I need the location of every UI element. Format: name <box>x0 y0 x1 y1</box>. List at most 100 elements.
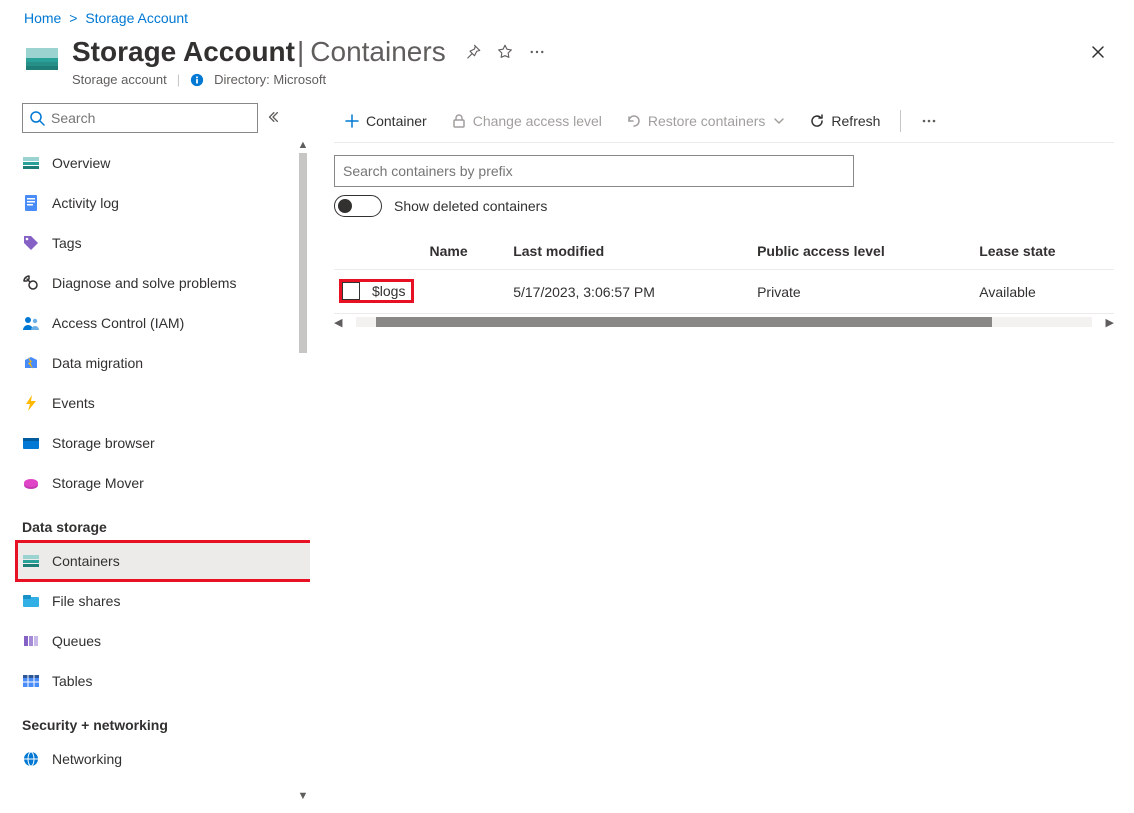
sidebar-item-label: Events <box>52 395 95 411</box>
scroll-right-icon[interactable]: ▶ <box>1106 316 1114 329</box>
command-separator <box>900 110 901 132</box>
iam-icon <box>22 314 40 332</box>
sidebar-search-input[interactable] <box>49 109 251 127</box>
sidebar-search[interactable] <box>22 103 258 133</box>
sidebar-item-label: Diagnose and solve problems <box>52 275 236 291</box>
sidebar-item-label: Overview <box>52 155 110 171</box>
sidebar-item-label: Storage Mover <box>52 475 144 491</box>
sidebar-item-diagnose[interactable]: Diagnose and solve problems <box>16 263 310 303</box>
sidebar-item-label: Queues <box>52 633 101 649</box>
sidebar-item-label: Activity log <box>52 195 119 211</box>
command-label: Change access level <box>473 113 602 129</box>
page-subtitle: Containers <box>310 36 445 68</box>
sidebar-item-label: Tags <box>52 235 82 251</box>
pin-icon[interactable] <box>464 43 482 61</box>
refresh-icon <box>809 113 825 129</box>
more-icon <box>921 113 937 129</box>
directory-label: Directory: Microsoft <box>214 72 326 87</box>
sidebar: Overview Activity log Tags Diagnose and … <box>0 99 310 802</box>
breadcrumb-current[interactable]: Storage Account <box>85 10 188 26</box>
file-shares-icon <box>22 592 40 610</box>
breadcrumb: Home > Storage Account <box>0 0 1134 32</box>
refresh-button[interactable]: Refresh <box>799 99 890 142</box>
containers-table: Name Last modified Public access level L… <box>334 233 1114 330</box>
page-header: Storage Account | Containers Storage acc… <box>0 32 1134 99</box>
container-name[interactable]: $logs <box>372 283 405 299</box>
storage-mover-icon <box>22 474 40 492</box>
containers-icon <box>22 552 40 570</box>
more-commands-button[interactable] <box>911 99 947 142</box>
storage-account-icon <box>24 42 60 78</box>
sidebar-item-events[interactable]: Events <box>16 383 310 423</box>
sidebar-item-tables[interactable]: Tables <box>16 661 310 701</box>
sidebar-item-label: File shares <box>52 593 120 609</box>
events-icon <box>22 394 40 412</box>
table-row[interactable]: $logs 5/17/2023, 3:06:57 PM Private Avai… <box>334 270 1114 314</box>
sidebar-scrollbar[interactable]: ▲ ▼ <box>296 139 310 802</box>
show-deleted-label: Show deleted containers <box>394 198 547 214</box>
col-last-modified[interactable]: Last modified <box>505 233 749 270</box>
sidebar-section-data-storage: Data storage <box>16 503 310 541</box>
col-lease-state[interactable]: Lease state <box>971 233 1114 270</box>
sidebar-item-storage-browser[interactable]: Storage browser <box>16 423 310 463</box>
sidebar-item-data-migration[interactable]: Data migration <box>16 343 310 383</box>
new-container-button[interactable]: Container <box>334 99 437 142</box>
scroll-thumb[interactable] <box>299 153 307 353</box>
sidebar-item-queues[interactable]: Queues <box>16 621 310 661</box>
sidebar-nav: Overview Activity log Tags Diagnose and … <box>16 143 310 779</box>
close-button[interactable] <box>1090 44 1106 63</box>
breadcrumb-home[interactable]: Home <box>24 10 61 26</box>
sidebar-item-containers[interactable]: Containers <box>16 541 310 581</box>
scroll-left-icon[interactable]: ◀ <box>334 316 342 329</box>
horizontal-scrollbar[interactable]: ◀ ▶ <box>334 314 1114 330</box>
diagnose-icon <box>22 274 40 292</box>
tags-icon <box>22 234 40 252</box>
search-icon <box>29 110 45 126</box>
toggle-knob <box>338 199 352 213</box>
activity-log-icon <box>22 194 40 212</box>
scroll-down-icon[interactable]: ▼ <box>298 790 309 802</box>
title-divider: | <box>297 36 304 68</box>
cell-public-access: Private <box>749 270 971 314</box>
queues-icon <box>22 632 40 650</box>
container-search-input[interactable] <box>334 155 854 187</box>
sidebar-item-overview[interactable]: Overview <box>16 143 310 183</box>
resource-type-label: Storage account <box>72 72 167 87</box>
command-bar: Container Change access level Restore co… <box>334 99 1114 143</box>
plus-icon <box>344 113 360 129</box>
sidebar-item-file-shares[interactable]: File shares <box>16 581 310 621</box>
sidebar-item-label: Tables <box>52 673 92 689</box>
table-header-row: Name Last modified Public access level L… <box>334 233 1114 270</box>
lock-icon <box>451 113 467 129</box>
command-label: Refresh <box>831 113 880 129</box>
info-icon <box>190 73 204 87</box>
scroll-thumb[interactable] <box>376 317 991 327</box>
sidebar-item-label: Containers <box>52 553 120 569</box>
col-name[interactable]: Name <box>421 233 505 270</box>
sidebar-item-activity-log[interactable]: Activity log <box>16 183 310 223</box>
overview-icon <box>22 154 40 172</box>
sidebar-item-label: Storage browser <box>52 435 155 451</box>
chevron-right-icon: > <box>69 10 77 26</box>
col-public-access[interactable]: Public access level <box>749 233 971 270</box>
sidebar-item-iam[interactable]: Access Control (IAM) <box>16 303 310 343</box>
command-label: Restore containers <box>648 113 766 129</box>
show-deleted-toggle[interactable] <box>334 195 382 217</box>
more-icon[interactable] <box>528 43 546 61</box>
cell-lease-state: Available <box>971 270 1114 314</box>
restore-icon <box>626 113 642 129</box>
sidebar-item-tags[interactable]: Tags <box>16 223 310 263</box>
change-access-level-button: Change access level <box>441 99 612 142</box>
star-icon[interactable] <box>496 43 514 61</box>
sidebar-item-networking[interactable]: Networking <box>16 739 310 779</box>
sidebar-item-label: Data migration <box>52 355 143 371</box>
row-checkbox[interactable] <box>342 282 360 300</box>
page-title: Storage Account <box>72 36 295 68</box>
collapse-sidebar-button[interactable] <box>266 110 280 127</box>
sidebar-section-security: Security + networking <box>16 701 310 739</box>
command-label: Container <box>366 113 427 129</box>
sidebar-item-label: Access Control (IAM) <box>52 315 184 331</box>
scroll-up-icon[interactable]: ▲ <box>298 139 309 151</box>
sidebar-item-storage-mover[interactable]: Storage Mover <box>16 463 310 503</box>
main-content: Container Change access level Restore co… <box>310 99 1134 802</box>
